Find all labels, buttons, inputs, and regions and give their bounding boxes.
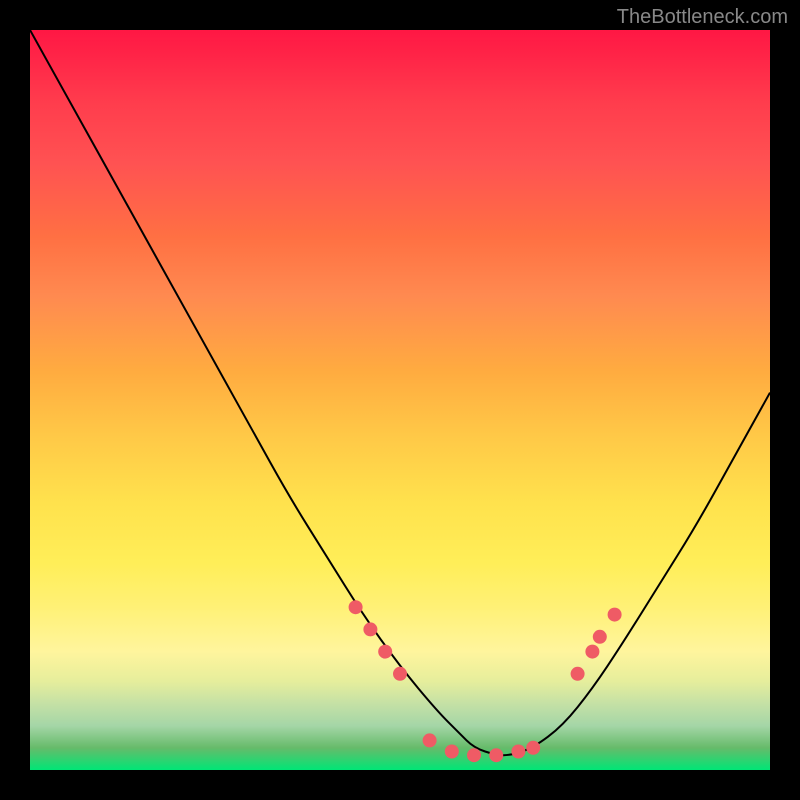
curve-marker	[526, 741, 540, 755]
curve-markers	[349, 600, 622, 762]
curve-marker	[608, 608, 622, 622]
curve-marker	[349, 600, 363, 614]
watermark-text: TheBottleneck.com	[617, 6, 788, 29]
curve-marker	[445, 745, 459, 759]
bottleneck-curve-line	[30, 30, 770, 755]
curve-marker	[511, 745, 525, 759]
chart-svg	[30, 30, 770, 770]
curve-marker	[423, 733, 437, 747]
curve-marker	[571, 667, 585, 681]
curve-marker	[378, 645, 392, 659]
chart-plot-area	[30, 30, 770, 770]
curve-marker	[585, 645, 599, 659]
curve-marker	[489, 748, 503, 762]
curve-marker	[593, 630, 607, 644]
curve-marker	[363, 622, 377, 636]
curve-marker	[467, 748, 481, 762]
curve-marker	[393, 667, 407, 681]
